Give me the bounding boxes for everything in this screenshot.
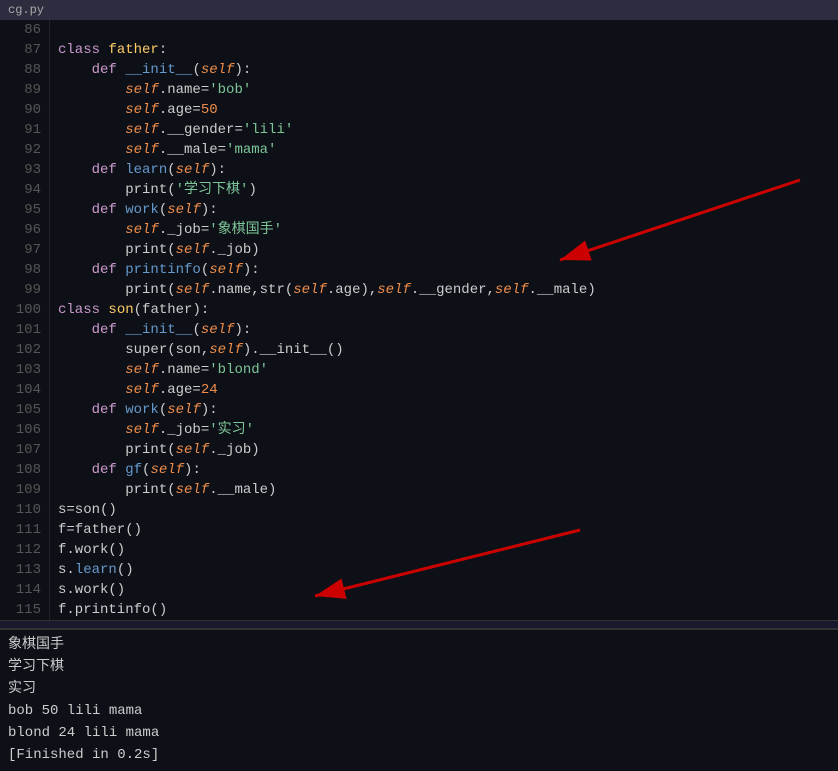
code-line: def learn(self): (58, 160, 830, 180)
code-line: self._job='象棋国手' (58, 220, 830, 240)
code-line: self.name='bob' (58, 80, 830, 100)
console-area: 象棋国手 学习下棋 实习 bob 50 lili mama blond 24 l… (0, 628, 838, 771)
code-line: f=father() (58, 520, 830, 540)
code-line: print(self.name,str(self.age),self.__gen… (58, 280, 830, 300)
code-area: 86 87 88 89 90 91 92 93 94 95 96 97 98 9… (0, 20, 838, 620)
scrollbar-h[interactable] (0, 620, 838, 628)
code-line: s.work() (58, 580, 830, 600)
code-line: super(son,self).__init__() (58, 340, 830, 360)
code-line: self.age=50 (58, 100, 830, 120)
code-line: print(self.__male) (58, 480, 830, 500)
code-line: self.__gender='lili' (58, 120, 830, 140)
code-line: class son(father): (58, 300, 830, 320)
code-line: print(self._job) (58, 440, 830, 460)
code-line: print('学习下棋') (58, 180, 830, 200)
code-line: def work(self): (58, 400, 830, 420)
code-line: self._job='实习' (58, 420, 830, 440)
file-title: cg.py (8, 3, 44, 17)
code-line: def gf(self): (58, 460, 830, 480)
code-line: def __init__(self): (58, 60, 830, 80)
code-line: self.__male='mama' (58, 140, 830, 160)
code-line: f.printinfo() (58, 600, 830, 620)
console-line: blond 24 lili mama (8, 722, 830, 744)
code-lines: class father: def __init__(self): self.n… (50, 20, 838, 620)
code-line: s.learn() (58, 560, 830, 580)
console-line: 学习下棋 (8, 656, 830, 678)
editor-container: 86 87 88 89 90 91 92 93 94 95 96 97 98 9… (0, 20, 838, 620)
code-line: self.name='blond' (58, 360, 830, 380)
code-line: class father: (58, 40, 830, 60)
console-line: 实习 (8, 678, 830, 700)
console-line: 象棋国手 (8, 634, 830, 656)
code-line: f.work() (58, 540, 830, 560)
code-line: def printinfo(self): (58, 260, 830, 280)
console-line: bob 50 lili mama (8, 700, 830, 722)
code-line: def __init__(self): (58, 320, 830, 340)
title-bar: cg.py (0, 0, 838, 20)
code-line: s=son() (58, 500, 830, 520)
code-line (58, 20, 830, 40)
code-line: print(self._job) (58, 240, 830, 260)
code-line: self.age=24 (58, 380, 830, 400)
code-line: def work(self): (58, 200, 830, 220)
line-numbers: 86 87 88 89 90 91 92 93 94 95 96 97 98 9… (0, 20, 50, 620)
